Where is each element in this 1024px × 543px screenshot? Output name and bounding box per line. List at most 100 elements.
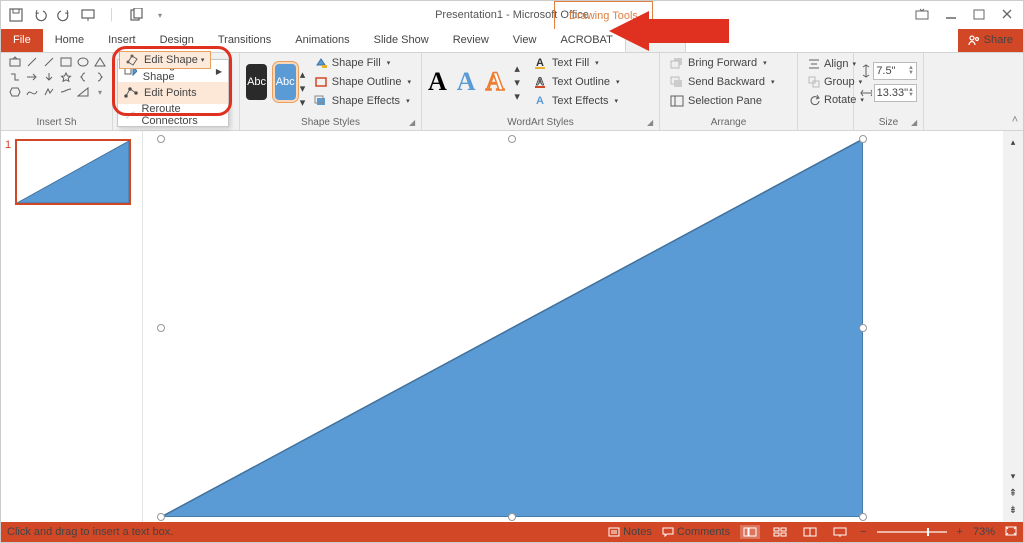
tab-animations[interactable]: Animations: [283, 28, 361, 52]
tab-file[interactable]: File: [1, 28, 43, 52]
shape-rtriangle-icon[interactable]: [75, 85, 91, 99]
tab-home[interactable]: Home: [43, 28, 96, 52]
gallery-more-icon[interactable]: ▾: [92, 85, 108, 99]
shape-star-icon[interactable]: [58, 70, 74, 84]
group-button[interactable]: Group▾: [804, 73, 847, 90]
shape-oval-icon[interactable]: [75, 55, 91, 69]
wordart-preset-2[interactable]: A: [457, 67, 476, 97]
shape-elbow-icon[interactable]: [7, 70, 23, 84]
text-outline-button[interactable]: AText Outline▾: [530, 73, 624, 91]
zoom-level[interactable]: 73%: [973, 526, 995, 538]
zoom-out-icon[interactable]: −: [860, 526, 866, 538]
new-slide-icon[interactable]: [127, 6, 145, 24]
shape-line2-icon[interactable]: [41, 55, 57, 69]
shape-arrow-icon[interactable]: [24, 70, 40, 84]
text-effects-button[interactable]: AText Effects▾: [530, 92, 624, 110]
tab-slideshow[interactable]: Slide Show: [362, 28, 441, 52]
shapes-gallery[interactable]: ▾: [7, 55, 106, 99]
resize-handle-r[interactable]: [859, 324, 867, 332]
undo-icon[interactable]: [31, 6, 49, 24]
vertical-scrollbar[interactable]: ▴ ▾ ⇞ ⇟: [1003, 131, 1023, 522]
tab-view[interactable]: View: [501, 28, 549, 52]
scroll-down-icon[interactable]: ▾: [1011, 471, 1016, 482]
start-slideshow-icon[interactable]: [79, 6, 97, 24]
wordart-preset-1[interactable]: A: [428, 67, 447, 97]
zoom-in-icon[interactable]: +: [957, 526, 963, 538]
shape-textbox-icon[interactable]: [7, 55, 23, 69]
shape-brace-icon[interactable]: [75, 70, 91, 84]
next-slide-icon[interactable]: ⇟: [1009, 505, 1017, 516]
maximize-icon[interactable]: [973, 8, 985, 23]
shape-down-icon[interactable]: [41, 70, 57, 84]
shape-rect-icon[interactable]: [58, 55, 74, 69]
shape-hex-icon[interactable]: [7, 85, 23, 99]
normal-view-icon[interactable]: [740, 525, 760, 539]
tab-format[interactable]: Format: [625, 28, 686, 52]
shape-outline-button[interactable]: Shape Outline▾: [310, 73, 415, 91]
slide-thumbnail-panel[interactable]: 1: [1, 131, 143, 522]
status-message: Click and drag to insert a text box.: [7, 526, 173, 538]
scroll-up-icon[interactable]: ▴: [1011, 137, 1016, 148]
sorter-view-icon[interactable]: [770, 525, 790, 539]
redo-icon[interactable]: [55, 6, 73, 24]
menu-edit-points[interactable]: Edit Points: [118, 82, 228, 104]
resize-handle-bl[interactable]: [157, 513, 165, 521]
tab-insert[interactable]: Insert: [96, 28, 148, 52]
shape-line-icon[interactable]: [24, 55, 40, 69]
prev-slide-icon[interactable]: ⇞: [1009, 488, 1017, 499]
shape-connector-icon[interactable]: [58, 85, 74, 99]
height-value: 7.5": [876, 65, 895, 77]
style-preset-dark[interactable]: Abc: [246, 64, 267, 100]
align-button[interactable]: Align▾: [804, 55, 847, 72]
selected-shape-triangle[interactable]: [161, 139, 863, 517]
shape-effects-button[interactable]: Shape Effects▾: [310, 92, 415, 110]
wordart-launcher-icon[interactable]: ◢: [647, 118, 657, 128]
shape-brace2-icon[interactable]: [92, 70, 108, 84]
resize-handle-b[interactable]: [508, 513, 516, 521]
height-input[interactable]: 7.5"▲▼: [873, 62, 917, 80]
shape-styles-launcher-icon[interactable]: ◢: [409, 118, 419, 128]
wordart-preset-3[interactable]: A: [486, 67, 505, 97]
notes-button[interactable]: Notes: [608, 526, 652, 538]
close-icon[interactable]: [1001, 8, 1013, 23]
tab-design[interactable]: Design: [148, 28, 206, 52]
edit-shape-button[interactable]: Edit Shape ▾: [119, 51, 211, 69]
comments-button[interactable]: Comments: [662, 526, 730, 538]
slideshow-view-icon[interactable]: [830, 525, 850, 539]
bring-forward-button[interactable]: Bring Forward▾: [666, 54, 779, 72]
slide-canvas[interactable]: [143, 131, 1003, 522]
shape-triangle-icon[interactable]: [92, 55, 108, 69]
resize-handle-l[interactable]: [157, 324, 165, 332]
shape-fill-button[interactable]: Shape Fill▾: [310, 54, 415, 72]
group-label-insert-shapes: Insert Sh: [7, 117, 106, 130]
resize-handle-tl[interactable]: [157, 135, 165, 143]
share-button[interactable]: Share: [958, 28, 1023, 52]
resize-handle-br[interactable]: [859, 513, 867, 521]
qat-more-icon[interactable]: ▾: [151, 6, 169, 24]
save-icon[interactable]: [7, 6, 25, 24]
ribbon-options-icon[interactable]: [915, 8, 929, 23]
thumbnail-preview[interactable]: [15, 139, 131, 205]
size-launcher-icon[interactable]: ◢: [911, 118, 921, 128]
menu-edit-points-label: Edit Points: [144, 87, 197, 99]
resize-handle-tr[interactable]: [859, 135, 867, 143]
tab-transitions[interactable]: Transitions: [206, 28, 283, 52]
slide-thumbnail-1[interactable]: 1: [5, 139, 138, 205]
width-input[interactable]: 13.33"▲▼: [874, 84, 917, 102]
reading-view-icon[interactable]: [800, 525, 820, 539]
text-fill-button[interactable]: AText Fill▾: [530, 54, 624, 72]
shape-freeform-icon[interactable]: [41, 85, 57, 99]
rotate-button[interactable]: Rotate▾: [804, 92, 847, 109]
contextual-tab-drawing-tools[interactable]: Drawing Tools: [554, 1, 653, 29]
resize-handle-t[interactable]: [508, 135, 516, 143]
fit-window-icon[interactable]: [1005, 526, 1017, 539]
tab-acrobat[interactable]: ACROBAT: [548, 28, 624, 52]
collapse-ribbon-icon[interactable]: ˄: [1007, 114, 1023, 126]
zoom-slider[interactable]: [877, 531, 947, 533]
send-backward-button[interactable]: Send Backward▾: [666, 73, 779, 91]
style-preset-blue[interactable]: Abc: [275, 64, 296, 100]
tab-review[interactable]: Review: [441, 28, 501, 52]
shape-curve-icon[interactable]: [24, 85, 40, 99]
selection-pane-button[interactable]: Selection Pane: [666, 92, 779, 110]
minimize-icon[interactable]: [945, 8, 957, 23]
